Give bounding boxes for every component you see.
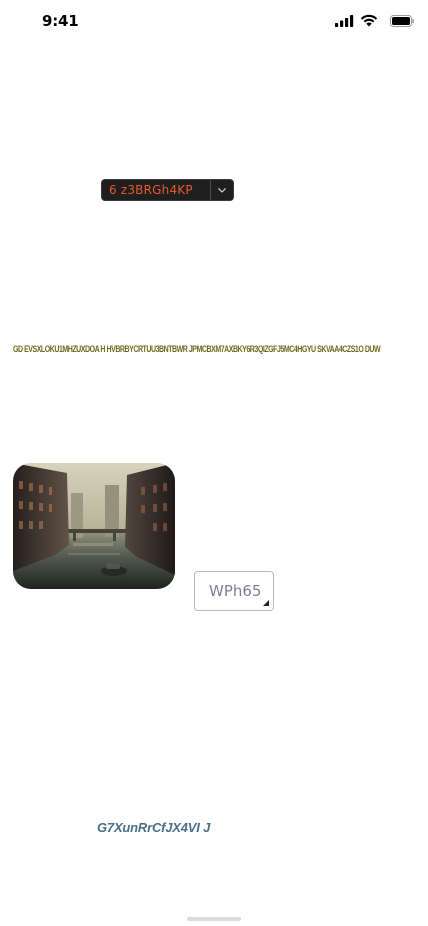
battery-icon [390,15,414,27]
split-dropdown-toggle[interactable] [211,180,233,200]
canal-photo [13,463,175,589]
text-area-value[interactable]: WPh65 [209,582,261,600]
status-bar: 9:41 [0,0,428,44]
cellular-signal-icon [335,15,354,27]
italic-text: G7XunRrCfJX4VI J [97,820,211,835]
split-dropdown-button[interactable]: 6 z3BRGh4KP [101,179,234,201]
wifi-icon [360,14,378,27]
chevron-down-icon [218,187,226,193]
status-time: 9:41 [42,12,79,30]
long-text: GD EVSXLOKU1MHZUXDOA H HVBRBYCRTUU3BNTBW… [13,344,381,354]
split-button-label[interactable]: 6 z3BRGh4KP [102,180,210,200]
resize-grip-icon[interactable] [263,600,269,606]
text-area-field[interactable]: WPh65 [194,571,274,611]
home-indicator[interactable] [187,917,241,921]
